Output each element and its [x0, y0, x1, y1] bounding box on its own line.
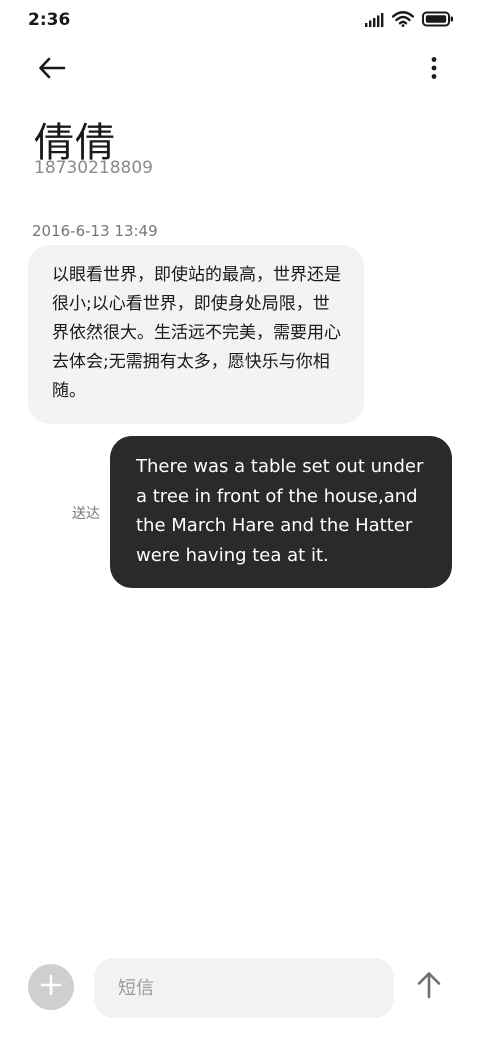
- status-icons: [364, 11, 454, 31]
- incoming-message-bubble[interactable]: 以眼看世界，即使站的最高，世界还是很小;以心看世界，即使身处局限，世界依然很大。…: [28, 245, 364, 424]
- outgoing-message-bubble[interactable]: There was a table set out under a tree i…: [110, 436, 452, 588]
- message-timestamp: 2016-6-13 13:49: [32, 222, 158, 240]
- more-vertical-icon: [430, 56, 438, 84]
- attach-button[interactable]: [28, 964, 74, 1010]
- top-bar: [0, 42, 480, 98]
- more-options-button[interactable]: [422, 52, 446, 88]
- message-input[interactable]: [94, 958, 394, 1018]
- arrow-left-icon: [38, 57, 66, 83]
- back-button[interactable]: [30, 52, 74, 88]
- status-bar: 2:36: [0, 0, 480, 42]
- delivery-status: 送达: [72, 506, 100, 522]
- signal-icon: [364, 12, 384, 31]
- arrow-up-icon: [416, 971, 442, 1003]
- send-button[interactable]: [412, 970, 446, 1004]
- wifi-icon: [391, 11, 415, 31]
- battery-icon: [422, 11, 454, 31]
- status-time: 2:36: [28, 10, 71, 30]
- message-composer: [0, 950, 480, 1030]
- contact-number: 18730218809: [34, 158, 153, 178]
- plus-icon: [40, 974, 62, 1000]
